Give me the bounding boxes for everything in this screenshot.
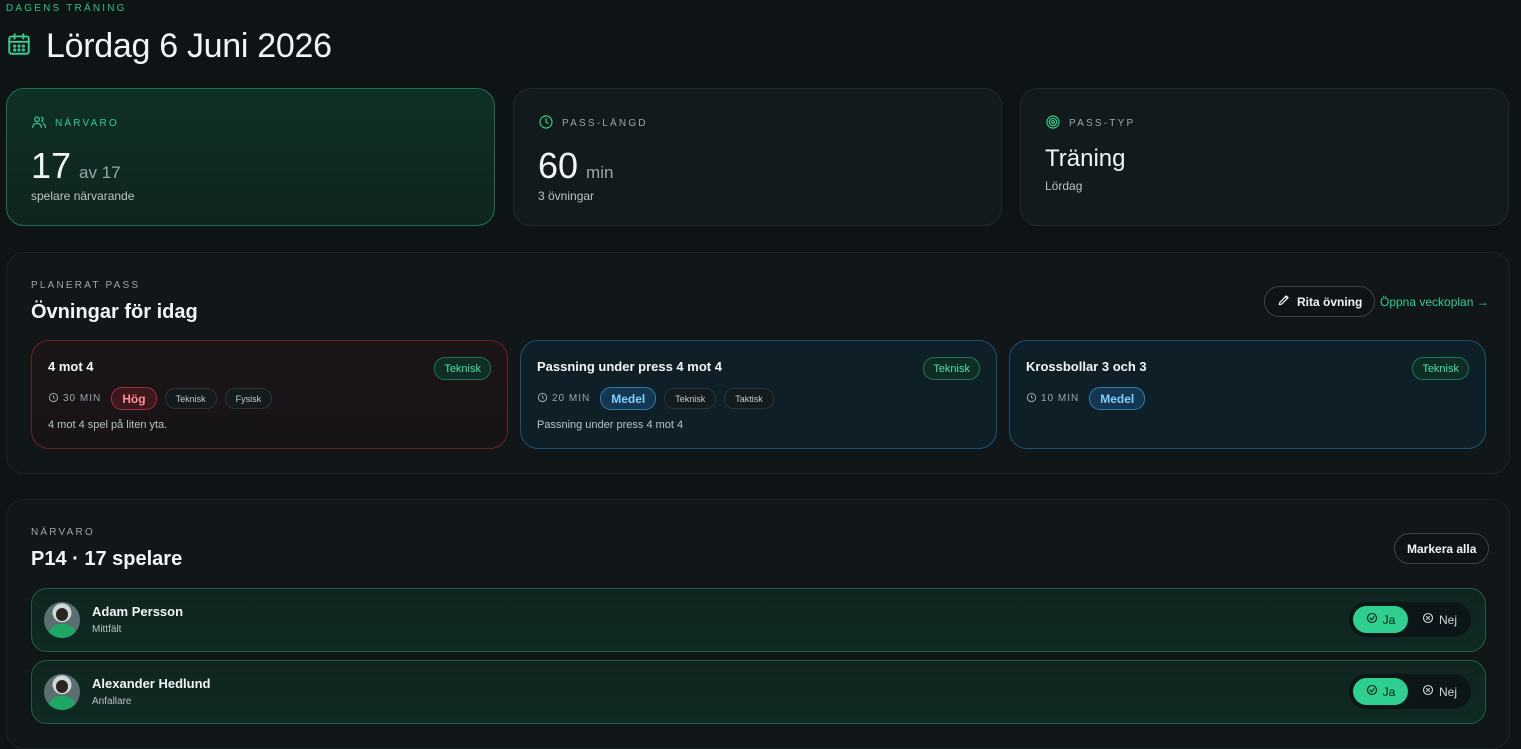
pencil-icon xyxy=(1277,293,1291,310)
attendance-stat-card: NÄRVARO 17 av 17 spelare närvarande xyxy=(6,88,495,226)
page-header: Lördag 6 Juni 2026 xyxy=(6,26,332,66)
duration-label: 30 MIN xyxy=(63,393,102,404)
tag: Teknisk xyxy=(164,388,217,409)
attendance-panel: NÄRVARO P14 · 17 spelare Markera alla Ad… xyxy=(6,499,1510,749)
stat-header: NÄRVARO xyxy=(31,114,119,133)
stat-label: PASS-LÄNGD xyxy=(562,118,648,129)
player-row: Adam Persson Mittfält Ja Nej xyxy=(31,588,1486,652)
duration: 20 MIN xyxy=(537,392,590,406)
exercise-card[interactable]: Krossbollar 3 och 3 Teknisk 10 MIN Medel xyxy=(1009,340,1486,449)
calendar-icon xyxy=(6,31,32,62)
stat-value: Träning xyxy=(1045,145,1126,172)
stat-header: PASS-LÄNGD xyxy=(538,114,648,133)
tag: Fysisk xyxy=(224,388,273,409)
player-name: Alexander Hedlund xyxy=(92,676,211,691)
exercise-meta: 30 MIN Hög Teknisk Fysisk xyxy=(48,387,273,410)
duration: 10 MIN xyxy=(1026,392,1079,406)
draw-exercise-button[interactable]: Rita övning xyxy=(1264,286,1376,317)
stat-value: 17 xyxy=(31,145,72,186)
panel-title: P14 · 17 spelare xyxy=(31,548,183,570)
exercise-card[interactable]: 4 mot 4 Teknisk 30 MIN Hög Teknisk Fysis… xyxy=(31,340,508,449)
stat-value-row: 17 av 17 xyxy=(31,145,121,187)
exercise-description: Passning under press 4 mot 4 xyxy=(537,419,684,431)
category-badge: Teknisk xyxy=(434,357,491,380)
check-circle-icon xyxy=(1366,612,1378,627)
x-circle-icon xyxy=(1422,612,1434,627)
tag: Teknisk xyxy=(664,388,717,409)
check-circle-icon xyxy=(1366,684,1378,699)
button-label: Rita övning xyxy=(1297,294,1363,309)
yes-label: Ja xyxy=(1382,684,1396,699)
avatar xyxy=(44,602,80,638)
exercises-panel: PLANERAT PASS Övningar för idag Rita övn… xyxy=(6,252,1510,474)
avatar xyxy=(44,674,80,710)
no-label: Nej xyxy=(1438,684,1457,699)
exercise-title: Krossbollar 3 och 3 xyxy=(1026,359,1147,374)
player-position: Mittfält xyxy=(92,624,122,635)
duration: 30 MIN xyxy=(48,392,101,406)
stat-sub: spelare närvarande xyxy=(31,189,135,203)
present-yes-button[interactable]: Ja xyxy=(1353,606,1408,633)
open-week-plan-link[interactable]: Öppna veckoplan → xyxy=(1380,295,1489,309)
attendance-toggle: Ja Nej xyxy=(1349,674,1471,709)
clock-icon xyxy=(538,114,554,133)
attendance-toggle: Ja Nej xyxy=(1349,602,1471,637)
stat-sub: 3 övningar xyxy=(538,189,595,203)
stat-unit: av 17 xyxy=(79,163,121,182)
present-no-button[interactable]: Nej xyxy=(1412,678,1467,705)
exercise-description: 4 mot 4 spel på liten yta. xyxy=(48,419,168,431)
tag: Taktisk xyxy=(724,388,774,409)
duration-label: 10 MIN xyxy=(1041,393,1080,404)
intensity-badge: Hög xyxy=(111,387,157,410)
session-type-stat-card: PASS-TYP Träning Lördag xyxy=(1020,88,1509,226)
users-icon xyxy=(31,114,47,133)
exercise-meta: 10 MIN Medel xyxy=(1026,387,1146,410)
intensity-badge: Medel xyxy=(1089,387,1146,410)
panel-eyebrow: NÄRVARO xyxy=(31,527,95,538)
intensity-badge: Medel xyxy=(600,387,657,410)
exercise-title: Passning under press 4 mot 4 xyxy=(537,359,722,374)
exercise-meta: 20 MIN Medel Teknisk Taktisk xyxy=(537,387,774,410)
stat-label: NÄRVARO xyxy=(55,118,119,129)
stat-value: 60 xyxy=(538,145,579,186)
stat-label: PASS-TYP xyxy=(1069,118,1136,129)
clock-icon xyxy=(1026,392,1037,406)
target-icon xyxy=(1045,114,1061,133)
stat-header: PASS-TYP xyxy=(1045,114,1135,133)
present-yes-button[interactable]: Ja xyxy=(1353,678,1408,705)
player-row: Alexander Hedlund Anfallare Ja Nej xyxy=(31,660,1486,724)
x-circle-icon xyxy=(1422,684,1434,699)
no-label: Nej xyxy=(1438,612,1457,627)
category-badge: Teknisk xyxy=(923,357,980,380)
exercise-card[interactable]: Passning under press 4 mot 4 Teknisk 20 … xyxy=(520,340,997,449)
panel-eyebrow: PLANERAT PASS xyxy=(31,280,141,291)
present-no-button[interactable]: Nej xyxy=(1412,606,1467,633)
page-title: Lördag 6 Juni 2026 xyxy=(46,26,332,65)
stat-sub: Lördag xyxy=(1045,179,1083,193)
panel-title: Övningar för idag xyxy=(31,301,198,323)
stat-value-row: 60 min xyxy=(538,145,613,187)
mark-all-button[interactable]: Markera alla xyxy=(1394,533,1490,564)
category-badge: Teknisk xyxy=(1412,357,1469,380)
clock-icon xyxy=(48,392,59,406)
duration-stat-card: PASS-LÄNGD 60 min 3 övningar xyxy=(513,88,1002,226)
yes-label: Ja xyxy=(1382,612,1396,627)
duration-label: 20 MIN xyxy=(552,393,591,404)
player-name: Adam Persson xyxy=(92,604,184,619)
player-position: Anfallare xyxy=(92,696,132,707)
page-eyebrow: DAGENS TRÄNING xyxy=(6,3,127,14)
clock-icon xyxy=(537,392,548,406)
stat-unit: min xyxy=(586,163,614,182)
exercise-title: 4 mot 4 xyxy=(48,359,94,374)
